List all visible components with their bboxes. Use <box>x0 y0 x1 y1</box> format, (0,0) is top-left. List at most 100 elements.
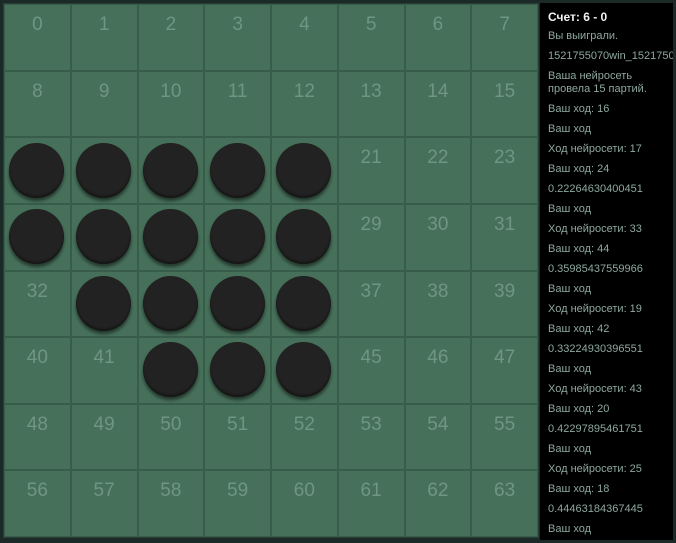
board-cell[interactable]: 50 <box>137 403 205 471</box>
board-cell[interactable]: 41 <box>70 337 138 404</box>
board-cell[interactable]: 10 <box>137 70 205 138</box>
board-cell[interactable] <box>4 137 71 204</box>
board-cell[interactable]: 48 <box>4 403 71 471</box>
board-cell[interactable] <box>137 270 205 338</box>
board-cell[interactable]: 59 <box>204 470 271 537</box>
cell-number: 0 <box>32 14 43 35</box>
board-cell[interactable]: 23 <box>471 137 538 204</box>
board-cell[interactable]: 56 <box>4 470 71 537</box>
board-cell[interactable]: 21 <box>337 137 405 204</box>
cell-number: 37 <box>360 280 382 302</box>
board-cell[interactable]: 12 <box>271 70 338 138</box>
cell-number: 3 <box>232 14 243 35</box>
board-cell[interactable]: 9 <box>70 70 138 138</box>
board-cell[interactable]: 0 <box>4 4 71 71</box>
log-entry: Ваш ход <box>548 363 592 375</box>
cell-number: 45 <box>360 347 382 369</box>
cell-number: 13 <box>360 80 382 102</box>
board-cell[interactable]: 38 <box>404 270 472 338</box>
cell-number: 53 <box>360 413 382 435</box>
board-cell[interactable]: 47 <box>471 337 538 404</box>
board-cell[interactable]: 49 <box>70 403 138 471</box>
board-cell[interactable]: 52 <box>271 403 338 471</box>
board-cell[interactable]: 45 <box>337 337 405 404</box>
board-cell[interactable]: 13 <box>337 70 405 138</box>
board-cell[interactable]: 39 <box>471 270 538 338</box>
board-cell[interactable]: 46 <box>404 337 472 404</box>
board-cell[interactable]: 1 <box>70 4 138 71</box>
board-cell[interactable] <box>70 137 138 204</box>
log-entry: Ход нейросети: 43 <box>548 383 642 395</box>
board-cell[interactable]: 31 <box>471 203 538 271</box>
board-cell[interactable] <box>271 203 338 271</box>
log-entry: Ваш ход: 42 <box>548 323 610 335</box>
board-cell[interactable]: 61 <box>337 470 405 537</box>
log-entry: Ваш ход: 18 <box>548 483 610 495</box>
board-cell[interactable]: 40 <box>4 337 71 404</box>
black-piece <box>142 142 198 198</box>
board-cell[interactable]: 63 <box>471 470 538 537</box>
board-cell[interactable] <box>271 337 338 404</box>
board-cell[interactable]: 14 <box>404 70 472 138</box>
cell-number: 63 <box>494 480 516 502</box>
board-cell[interactable] <box>204 203 271 271</box>
board-cell[interactable]: 22 <box>404 137 472 204</box>
log-entry: 1521755070win_1521750 <box>548 50 673 62</box>
game-app: 0 1 2 3 4 5 6 7 8 9 10 11 12 13 14 15 21 22 23 29 30 31 32 37 38… <box>0 0 676 543</box>
board-cell[interactable]: 57 <box>70 470 138 537</box>
board-cell[interactable]: 15 <box>471 70 538 138</box>
board-cell[interactable]: 53 <box>337 403 405 471</box>
board-cell[interactable] <box>204 137 271 204</box>
board-cell[interactable] <box>204 270 271 338</box>
cell-number: 10 <box>160 80 182 102</box>
board-cell[interactable]: 29 <box>337 203 405 271</box>
board-cell[interactable]: 32 <box>4 270 71 338</box>
board-cell[interactable] <box>271 137 338 204</box>
board-cell[interactable] <box>70 270 138 338</box>
board-cell[interactable]: 3 <box>204 4 271 71</box>
board-cell[interactable] <box>137 137 205 204</box>
board-cell[interactable] <box>137 337 205 404</box>
cell-number: 32 <box>26 280 48 302</box>
log-entry: Ваш ход <box>548 203 592 215</box>
board-cell[interactable] <box>4 203 71 271</box>
cell-number: 7 <box>499 14 510 35</box>
board-cell[interactable]: 6 <box>404 4 472 71</box>
board-cell[interactable]: 51 <box>204 403 271 471</box>
log-entry: Ваш ход: 16 <box>548 103 610 115</box>
cell-number: 23 <box>494 147 516 169</box>
board-cell[interactable]: 4 <box>271 4 338 71</box>
board-cell[interactable] <box>271 270 338 338</box>
cell-number: 46 <box>427 347 449 369</box>
log-entry: Ваш ход: 20 <box>548 403 610 415</box>
cell-number: 51 <box>227 413 249 435</box>
board-cell[interactable]: 37 <box>337 270 405 338</box>
cell-number: 31 <box>494 213 516 235</box>
board-cell[interactable]: 8 <box>4 70 71 138</box>
board-cell[interactable]: 2 <box>137 4 205 71</box>
log-entry: Ход нейросети: 25 <box>548 463 642 475</box>
board-cell[interactable]: 30 <box>404 203 472 271</box>
board-cell[interactable]: 7 <box>471 4 538 71</box>
log-entry: 0.35985437559966 <box>548 263 643 275</box>
cell-number: 12 <box>293 80 315 102</box>
cell-number: 52 <box>293 413 315 435</box>
board-cell[interactable]: 62 <box>404 470 472 537</box>
log-entry: Ваш ход <box>548 443 592 455</box>
cell-number: 59 <box>227 480 249 502</box>
cell-number: 9 <box>98 80 110 102</box>
board-cell[interactable]: 5 <box>337 4 405 71</box>
black-piece <box>276 275 332 331</box>
cell-number: 5 <box>365 14 377 35</box>
cell-number: 4 <box>299 14 310 35</box>
board-cell[interactable]: 11 <box>204 70 271 138</box>
board-cell[interactable]: 54 <box>404 403 472 471</box>
board-cell[interactable] <box>70 203 138 271</box>
board-cell[interactable] <box>137 203 205 271</box>
log-entry: Ход нейросети: 33 <box>548 223 642 235</box>
board-cell[interactable] <box>204 337 271 404</box>
board-cell[interactable]: 55 <box>471 403 538 471</box>
board-cell[interactable]: 60 <box>271 470 338 537</box>
log-entry: Ход нейросети: 19 <box>548 303 642 315</box>
board-cell[interactable]: 58 <box>137 470 205 537</box>
